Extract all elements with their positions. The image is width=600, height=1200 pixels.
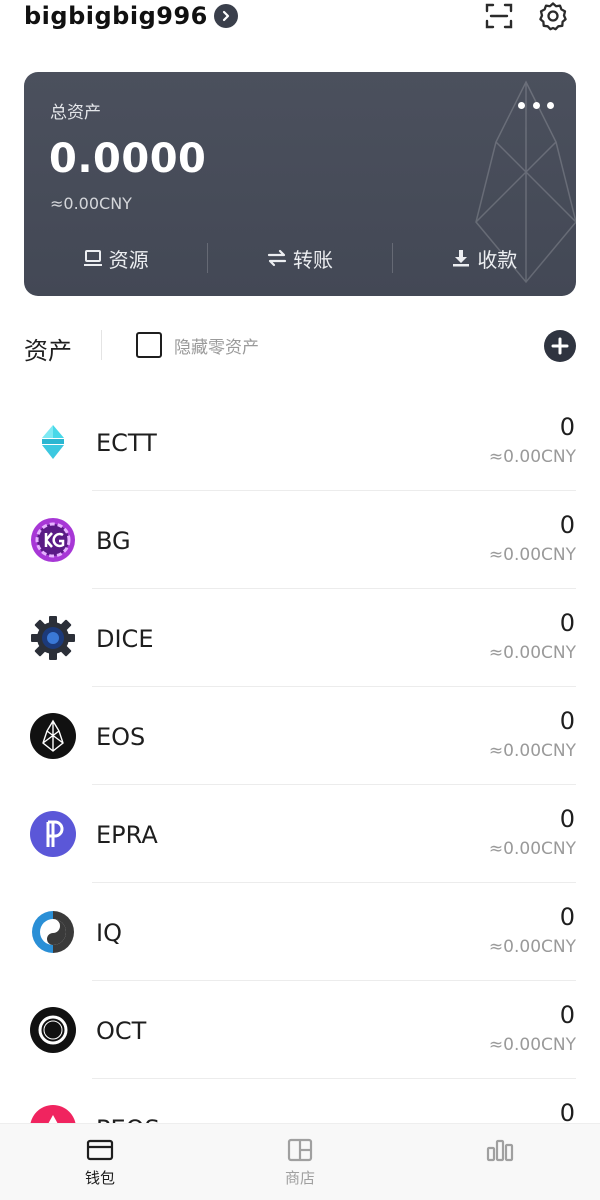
token-row[interactable]: OCT 0 ≈0.00CNY [0,981,600,1079]
bg-logo-icon [30,517,76,563]
token-cny-value: ≈0.00CNY [488,1035,576,1055]
oct-logo-icon [30,1007,76,1053]
hide-zero-toggle[interactable]: 隐藏零资产 [136,332,259,358]
market-icon [486,1139,514,1162]
account-switcher[interactable]: bigbigbig996 [24,2,238,30]
token-row[interactable]: DICE 0 ≈0.00CNY [0,589,600,687]
token-amount: 0 [559,609,575,637]
token-symbol: EOS [96,723,146,751]
token-cny-value: ≈0.00CNY [488,643,576,663]
more-options-icon[interactable] [518,98,554,112]
chevron-right-icon [213,4,238,28]
receive-button[interactable]: 收款 [393,238,576,278]
tab-wallet[interactable]: 钱包 [0,1124,200,1200]
peos-logo-icon [30,1105,76,1123]
token-symbol: DICE [96,625,154,653]
tab-store-label: 商店 [284,1169,315,1187]
hide-zero-checkbox[interactable] [136,332,162,358]
wallet-icon [86,1139,114,1161]
token-symbol: ECTT [96,429,157,457]
token-cny-value: ≈0.00CNY [488,741,576,761]
total-assets-cny: ≈0.00CNY [50,194,132,213]
token-row[interactable]: PEOS 0 [0,1079,600,1123]
transfer-label: 转账 [292,247,333,272]
ectt-logo-icon [30,419,76,465]
bottom-tab-bar: 钱包 商店 [0,1123,600,1200]
receive-icon [453,250,470,267]
token-symbol: OCT [96,1017,147,1045]
scan-icon[interactable] [483,0,515,32]
iq-logo-icon [30,909,76,955]
total-assets-label: 总资产 [50,103,101,123]
token-symbol: IQ [96,919,122,947]
token-row[interactable]: ECTT 0 ≈0.00CNY [0,393,600,491]
token-symbol: PEOS [96,1115,160,1123]
token-symbol: EPRA [96,821,158,849]
token-amount: 0 [559,707,575,735]
assets-title: 资产 [24,337,72,365]
tab-market[interactable] [400,1124,600,1200]
plus-icon [551,337,569,355]
token-cny-value: ≈0.00CNY [488,447,576,467]
assets-divider [101,330,102,360]
dice-logo-icon [30,615,76,661]
token-amount: 0 [559,511,575,539]
gear-icon[interactable] [537,0,569,32]
resource-icon [83,250,102,266]
token-cny-value: ≈0.00CNY [488,545,576,565]
top-header: bigbigbig996 [0,0,600,40]
transfer-button[interactable]: 转账 [208,238,391,278]
token-amount: 0 [559,1099,575,1123]
card-actions: 资源 转账 收款 [24,238,576,278]
account-name: bigbigbig996 [24,2,208,30]
total-assets-value: 0.0000 [49,136,207,182]
token-cny-value: ≈0.00CNY [488,839,576,859]
epra-logo-icon [30,811,76,857]
hide-zero-label: 隐藏零资产 [174,337,259,358]
token-list: ECTT 0 ≈0.00CNY BG 0 ≈0.00CNY DICE 0 ≈0.… [0,393,600,1123]
token-row[interactable]: IQ 0 ≈0.00CNY [0,883,600,981]
assets-header: 资产 隐藏零资产 [0,322,600,370]
token-row[interactable]: EOS 0 ≈0.00CNY [0,687,600,785]
token-cny-value: ≈0.00CNY [488,937,576,957]
resource-label: 资源 [108,247,149,272]
token-amount: 0 [559,805,575,833]
tab-store[interactable]: 商店 [200,1124,400,1200]
token-amount: 0 [559,413,575,441]
token-symbol: BG [96,527,131,555]
token-amount: 0 [559,903,575,931]
resource-button[interactable]: 资源 [24,238,207,278]
token-amount: 0 [559,1001,575,1029]
total-assets-card: 总资产 0.0000 ≈0.00CNY 资源 转账 收款 [24,72,576,296]
transfer-icon [267,249,287,267]
tab-wallet-label: 钱包 [84,1169,115,1187]
store-icon [287,1138,313,1162]
add-token-button[interactable] [544,330,576,362]
eos-logo-icon [30,713,76,759]
receive-label: 收款 [477,247,518,272]
token-row[interactable]: BG 0 ≈0.00CNY [0,491,600,589]
token-row[interactable]: EPRA 0 ≈0.00CNY [0,785,600,883]
